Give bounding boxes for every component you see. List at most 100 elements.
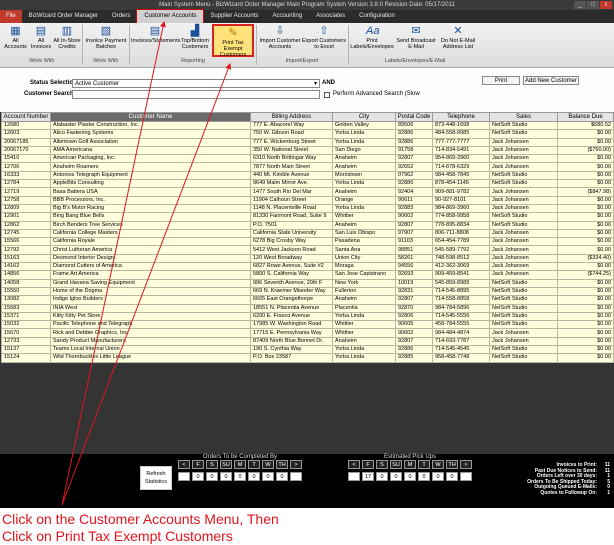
all-accounts-button[interactable]: ▦ All Accounts: [2, 24, 29, 57]
table-row[interactable]: 12719 Basa Battera USA 1477 South Rio Del …: [1, 187, 614, 197]
table-cell: $0.00: [557, 203, 614, 214]
table-row[interactable]: 20067170 AMA Americana 350 W. National Str…: [1, 145, 614, 156]
table-cell: 90605: [395, 320, 433, 330]
export-customers-button[interactable]: ⇧ Export Customers to Excel: [302, 24, 346, 57]
pickup-day-header[interactable]: <: [348, 460, 360, 469]
orders-day-header[interactable]: <: [178, 460, 190, 469]
column-header[interactable]: Balance Due: [557, 112, 614, 122]
table-row[interactable]: 14856 Frame Art America 5800 S. California…: [1, 270, 614, 280]
column-header[interactable]: Sales: [489, 112, 558, 122]
ribbon-divider: [82, 25, 83, 65]
table-cell: 714-693-7787: [432, 336, 490, 347]
table-cell: Anaheim: [332, 220, 396, 230]
table-cell: 984-458-7845: [432, 170, 490, 181]
all-in-store-credits-button[interactable]: ▥ All In-Store Credits: [53, 24, 81, 57]
menu-orders[interactable]: Orders: [105, 10, 137, 23]
menu-configuration[interactable]: Configuration: [352, 10, 402, 23]
table-row[interactable]: 12809 Big B's Motor Racing 1148 N. Placent…: [1, 203, 614, 214]
menu-associates[interactable]: Associates: [309, 10, 352, 23]
orders-day-value: 0: [248, 472, 260, 481]
send-broadcast-email-button[interactable]: ✉ Send Broadcast E-Mail: [396, 24, 436, 57]
table-row[interactable]: 15670 Rick and Debbie Graphics, Inc. 17715…: [1, 328, 614, 338]
table-row[interactable]: 15137 Teams Local Internal Union 190 S. Cy…: [1, 344, 614, 355]
orders-day-value[interactable]: [178, 472, 190, 481]
filter-area: Status Selection Active Customer ▾ AND C…: [0, 68, 614, 112]
top-bottom-customers-button[interactable]: ▟ Top/Bottom Customers: [179, 24, 211, 57]
column-header[interactable]: City: [332, 112, 396, 122]
table-row[interactable]: 12733 Sandy Product Manufacturers 87409 No…: [1, 336, 614, 347]
do-not-email-list-button[interactable]: ✕ Do Not E-Mail Address List: [436, 24, 480, 57]
table-cell: 20067185: [1, 137, 51, 147]
pickup-day-value[interactable]: [348, 472, 360, 481]
status-selection-dropdown[interactable]: Active Customer ▾: [72, 79, 320, 88]
table-cell: 16333: [1, 170, 51, 181]
statistic-label: Quotes to Followup On:: [540, 489, 597, 496]
close-button[interactable]: x: [600, 1, 612, 9]
all-invoices-button[interactable]: ▤ All Invoices: [29, 24, 53, 57]
table-row[interactable]: 12603 Alico Fastening Systems 750 W. Gibso…: [1, 129, 614, 139]
column-header[interactable]: Postal Code: [395, 112, 433, 122]
table-row[interactable]: 13082 Indigo Igloo Builders 6605 East Oran…: [1, 295, 614, 305]
table-cell: 89506: [395, 120, 433, 131]
menu-supplier-accounts[interactable]: Supplier Accounts: [203, 10, 265, 23]
menu-customer-accounts[interactable]: Customer Accounts: [136, 9, 205, 24]
menu-bizwizard-order-manager[interactable]: BizWizard Order Manager: [22, 10, 105, 23]
table-cell: Pacific Telephone and Telegraph: [50, 320, 251, 330]
add-new-customer-button[interactable]: Add New Customer: [523, 76, 579, 85]
orders-day-header: S: [206, 460, 218, 469]
table-cell: 750 W. Gibson Road: [250, 129, 333, 139]
refresh-statistics-button[interactable]: Refresh Statistics: [140, 466, 172, 490]
table-row[interactable]: 16333 Antonios Telegraph Equipment 440 Mt.…: [1, 170, 614, 181]
table-row[interactable]: 15683 INIA West 18551 N. Placentia Avenue P…: [1, 303, 614, 313]
invoices-statements-button[interactable]: ▤ Invoices/Statements: [131, 24, 181, 57]
column-header[interactable]: Customer Name: [50, 112, 251, 122]
table-cell: $0.00: [557, 245, 614, 255]
table-row[interactable]: 12792 Christ Lutheran America 5412 West Ja…: [1, 245, 614, 255]
advanced-search-checkbox[interactable]: [324, 92, 330, 98]
customer-search-input[interactable]: [72, 90, 320, 99]
pickup-day-header[interactable]: >: [460, 460, 472, 469]
table-row[interactable]: 15371 Kitty Kitty Pet Store 6200 E. Frasco…: [1, 311, 614, 322]
table-row[interactable]: 15163 Desmond Interior Design 120 West Bro…: [1, 253, 614, 264]
table-cell: 92886: [395, 137, 433, 147]
table-cell: Anaheim: [332, 154, 396, 164]
minimize-button[interactable]: _: [574, 1, 586, 9]
table-cell: 91103: [395, 237, 433, 247]
pickup-day-header: F: [362, 460, 374, 469]
column-header[interactable]: Account Number: [1, 112, 51, 122]
import-customer-accounts-button[interactable]: ⇩ Import Customer Accounts: [258, 24, 302, 57]
table-cell: Golden Valley: [332, 120, 396, 131]
table-row[interactable]: 12784 AppleBits Consulting 9649 Malm Mirro…: [1, 179, 614, 189]
close-icon: ✕: [453, 25, 463, 37]
table-cell: 07962: [395, 170, 433, 181]
table-row[interactable]: 12706 Anaheim Roamers 7877 North Main Stre…: [1, 162, 614, 172]
print-button[interactable]: Print: [482, 76, 520, 85]
table-row[interactable]: 20067185 Allentown Golf Association 777 E.…: [1, 137, 614, 147]
table-cell: Jack Johansen: [489, 203, 558, 214]
orders-day-header[interactable]: >: [290, 460, 302, 469]
table-row[interactable]: 12745 California College Masters Californi…: [1, 228, 614, 239]
print-labels-envelopes-button[interactable]: Aa Print Labels/Envelopes: [350, 24, 394, 57]
print-tax-exempt-customers-button[interactable]: ✎ Print Tax Exempt Customers: [212, 24, 254, 58]
invoice-payment-batches-button[interactable]: ▧ Invoice Payment Batches: [84, 24, 128, 57]
table-row[interactable]: 15566 California Royale 6278 Big Crosby Wa…: [1, 237, 614, 247]
orders-day-value[interactable]: [290, 472, 302, 481]
column-header[interactable]: Billing Address: [250, 112, 333, 122]
maximize-button[interactable]: □: [587, 1, 599, 9]
column-header[interactable]: Telephone: [432, 112, 490, 122]
table-row[interactable]: 12758 BBB Processors, Inc. 11904 Calhoun S…: [1, 195, 614, 205]
pickup-day-value[interactable]: [460, 472, 472, 481]
table-row[interactable]: 15124 Wild Thornbuckles Little League P.O.…: [1, 353, 614, 363]
table-row[interactable]: 15550 Home of the Dogma 669 N. Kraemer Mia…: [1, 286, 614, 297]
statements-icon: ▤: [149, 25, 161, 37]
table-row[interactable]: 14058 Grand Havana Saving Equipment 996 Se…: [1, 278, 614, 288]
menu-accounting[interactable]: Accounting: [265, 10, 309, 23]
table-row[interactable]: 12862 Birch Benders Tree Services P.O. 750…: [1, 220, 614, 230]
menu-file[interactable]: File: [0, 10, 22, 23]
table-cell: Whittier: [332, 212, 396, 222]
table-row[interactable]: 12901 Bing Bang Blue Bells 81330 Fairmont …: [1, 212, 614, 222]
table-row[interactable]: 12680 Alabaster Plaster Construction, Inc…: [1, 120, 614, 131]
table-row[interactable]: 15410 American Packaging, Inc. 6310 North …: [1, 154, 614, 164]
table-row[interactable]: 14162 Diamond Cutters of America 6827 Rowe…: [1, 262, 614, 272]
table-row[interactable]: 15032 Pacific Telephone and Telegraph 1798…: [1, 320, 614, 330]
